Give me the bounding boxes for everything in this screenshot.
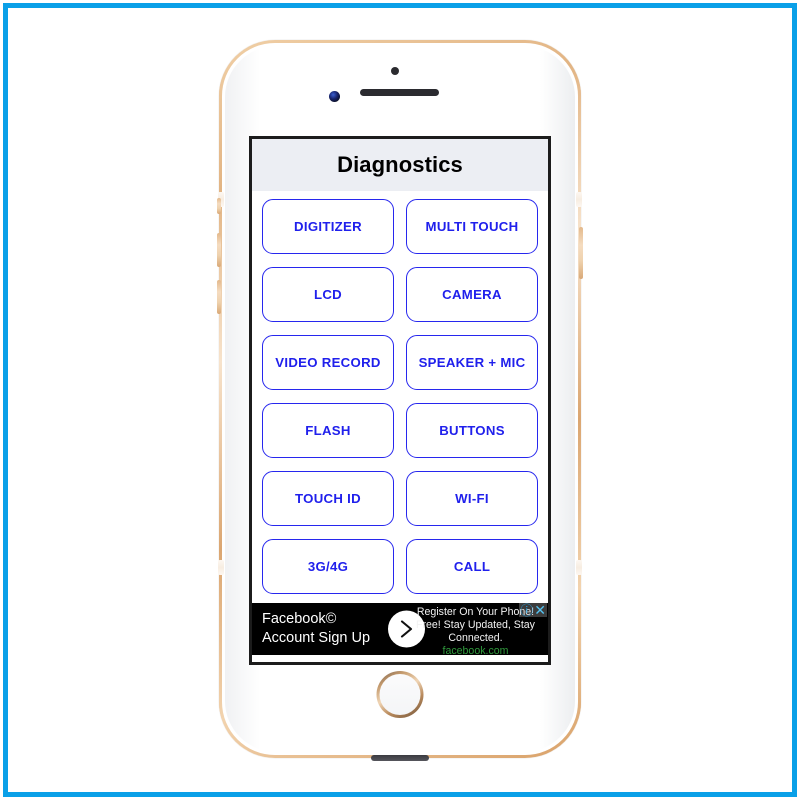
diagnostic-button-multi-touch[interactable]: MULTI TOUCH — [406, 199, 538, 254]
ad-headline: Facebook© Account Sign Up — [252, 610, 400, 647]
volume-down-button[interactable] — [217, 280, 221, 314]
iphone-device: Diagnostics DIGITIZER MULTI TOUCH LCD CA… — [217, 40, 583, 761]
phone-screen: Diagnostics DIGITIZER MULTI TOUCH LCD CA… — [252, 139, 548, 662]
close-icon[interactable]: ✕ — [534, 603, 546, 617]
antenna-band-bottom-left — [218, 560, 224, 575]
diagnostic-button-call[interactable]: CALL — [406, 539, 538, 594]
mute-switch[interactable] — [217, 198, 221, 214]
ad-controls: ⓘ ✕ — [519, 603, 547, 617]
ad-body-line2: Free! Stay Updated, Stay — [416, 618, 535, 631]
earpiece-speaker-icon — [360, 89, 439, 96]
ad-body-line3: Connected. — [448, 631, 503, 644]
diagnostic-button-buttons[interactable]: BUTTONS — [406, 403, 538, 458]
diagnostic-button-lcd[interactable]: LCD — [262, 267, 394, 322]
diagnostic-button-camera[interactable]: CAMERA — [406, 267, 538, 322]
ad-headline-line1: Facebook© — [262, 611, 337, 628]
diagnostic-button-wifi[interactable]: WI-FI — [406, 471, 538, 526]
app-header: Diagnostics — [252, 139, 548, 191]
diagnostics-button-grid: DIGITIZER MULTI TOUCH LCD CAMERA VIDEO R… — [252, 191, 548, 594]
bottom-speaker-icon — [371, 755, 429, 761]
front-camera-icon — [329, 91, 340, 102]
home-button[interactable] — [377, 671, 424, 718]
page-title: Diagnostics — [337, 152, 463, 177]
diagnostic-button-flash[interactable]: FLASH — [262, 403, 394, 458]
diagnostic-button-touch-id[interactable]: TOUCH ID — [262, 471, 394, 526]
diagnostic-button-video-record[interactable]: VIDEO RECORD — [262, 335, 394, 390]
screen-bezel: Diagnostics DIGITIZER MULTI TOUCH LCD CA… — [249, 136, 551, 665]
antenna-band-bottom-right — [576, 560, 582, 575]
antenna-band-top-right — [576, 192, 582, 207]
ad-headline-line2: Account Sign Up — [262, 630, 371, 646]
adchoices-info-icon[interactable]: ⓘ — [520, 604, 533, 617]
ad-banner[interactable]: Facebook© Account Sign Up Register On Yo… — [252, 603, 548, 655]
diagnostic-button-3g-4g[interactable]: 3G/4G — [262, 539, 394, 594]
diagnostic-button-speaker-mic[interactable]: SPEAKER + MIC — [406, 335, 538, 390]
ad-url: facebook.com — [442, 644, 509, 655]
ad-banner-content: Facebook© Account Sign Up Register On Yo… — [252, 603, 548, 655]
power-button[interactable] — [579, 227, 583, 279]
proximity-sensor-icon — [391, 67, 399, 75]
screenshot-canvas: Diagnostics DIGITIZER MULTI TOUCH LCD CA… — [0, 0, 800, 800]
diagnostic-button-digitizer[interactable]: DIGITIZER — [262, 199, 394, 254]
volume-up-button[interactable] — [217, 233, 221, 267]
